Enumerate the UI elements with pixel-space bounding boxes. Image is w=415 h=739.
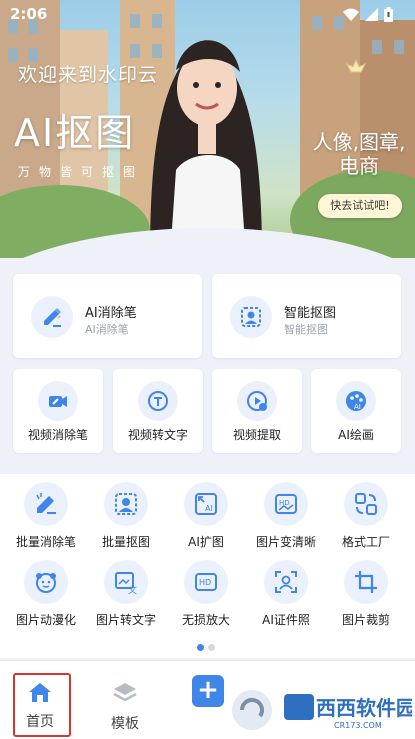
svg-text:AI: AI [205,504,213,513]
tool-label: 批量抠图 [101,535,150,549]
tool-anime[interactable]: 图片动漫化 [6,560,86,628]
tool-crop[interactable]: 图片裁剪 [326,560,406,628]
tool-label: 格式工厂 [341,535,390,549]
card-label: 视频提取 [232,428,281,442]
wifi-icon [343,8,359,21]
banner-title: AI抠图 [14,111,136,155]
battery-icon [384,7,393,22]
anime-face-icon [24,560,68,604]
tool-batch-cutout[interactable]: 批量抠图 [86,482,166,550]
status-icons [343,7,393,22]
nav-templates-label: 模板 [111,716,139,732]
svg-text:HD: HD [199,578,211,587]
tool-label: AI扩图 [188,535,224,549]
video-extract-icon [237,381,277,421]
batch-cutout-icon [104,482,148,526]
ai-expand-icon: AI [184,482,228,526]
tool-label: 图片动漫化 [15,613,76,627]
tool-label: 批量消除笔 [15,535,76,549]
video-eraser-icon [38,381,78,421]
page-indicator[interactable] [197,644,215,651]
pen-eraser-icon [31,296,73,338]
status-bar: 2:06 [0,0,415,28]
watermark-domain: CR173.COM [334,721,382,730]
page-dot[interactable] [208,644,215,651]
create-plus-button[interactable]: + [192,675,224,707]
tool-label: 无损放大 [181,613,230,627]
crop-icon [344,560,388,604]
home-icon [29,683,51,702]
crown-icon [345,58,367,73]
hero-banner[interactable]: 欢迎来到水印云 AI抠图 万物皆可抠图 人像,图章, 电商 快去试试吧! [0,0,415,258]
banner-tagline: 人像,图章, 电商 [304,130,414,178]
card-title: AI消除笔 [85,306,137,321]
video-extract-card[interactable]: 视频提取 [212,369,302,453]
banner-tagline-line1: 人像,图章, [312,130,406,154]
tool-image-enhance[interactable]: HD 图片变清晰 [246,482,326,550]
palette-icon: AI [336,381,376,421]
card-label: 视频转文字 [127,428,188,442]
tool-label: AI证件照 [262,613,310,627]
card-label: 视频消除笔 [27,428,88,442]
nav-home[interactable]: 首页 [5,669,75,731]
page-dot-active[interactable] [197,644,204,651]
card-subtitle: AI消除笔 [85,323,129,336]
tool-format-factory[interactable]: 格式工厂 [326,482,406,550]
hd-upscale-icon: HD [184,560,228,604]
smart-cutout-card[interactable]: 智能抠图 智能抠图 [212,274,401,358]
layers-icon [113,683,137,702]
image-cutout-icon [230,296,272,338]
svg-text:文: 文 [128,584,137,595]
tool-label: 图片转文字 [95,613,156,627]
tool-label: 图片变清晰 [255,535,316,549]
batch-eraser-icon [24,482,68,526]
try-now-button[interactable]: 快去试试吧! [318,194,402,218]
signal-icon [365,8,378,21]
status-time: 2:06 [10,5,48,23]
video-to-text-icon [138,381,178,421]
tool-image-to-text[interactable]: 文 图片转文字 [86,560,166,628]
site-watermark-logo: 西西软件园 CR173.COM [232,690,412,730]
id-photo-icon [264,560,308,604]
tool-lossless-upscale[interactable]: HD 无损放大 [166,560,246,628]
banner-subtitle: 万物皆可抠图 [18,165,145,179]
hd-image-icon: HD [264,482,308,526]
banner-tagline-line2: 电商 [339,154,379,178]
welcome-text: 欢迎来到水印云 [18,64,159,86]
tool-ai-expand[interactable]: AI AI扩图 [166,482,246,550]
tool-batch-eraser[interactable]: 批量消除笔 [6,482,86,550]
format-factory-icon [344,482,388,526]
nav-templates[interactable]: 模板 [90,669,160,733]
watermark-brand: 西西软件园 [316,696,412,720]
card-subtitle: 智能抠图 [284,323,328,336]
video-to-text-card[interactable]: 视频转文字 [113,369,203,453]
svg-text:AI: AI [354,403,361,411]
nav-home-label: 首页 [26,714,54,730]
tool-id-photo[interactable]: AI证件照 [246,560,326,628]
tool-label: 图片裁剪 [341,613,390,627]
video-eraser-card[interactable]: 视频消除笔 [13,369,103,453]
ai-painting-card[interactable]: AI AI绘画 [311,369,401,453]
tool-grid: 批量消除笔 批量抠图 AI AI扩图 HD 图片变清晰 格式工厂 图片动漫化 文… [0,474,415,658]
ai-eraser-card[interactable]: AI消除笔 AI消除笔 [13,274,202,358]
image-to-text-icon: 文 [104,560,148,604]
card-title: 智能抠图 [284,306,337,321]
card-label: AI绘画 [338,428,374,442]
